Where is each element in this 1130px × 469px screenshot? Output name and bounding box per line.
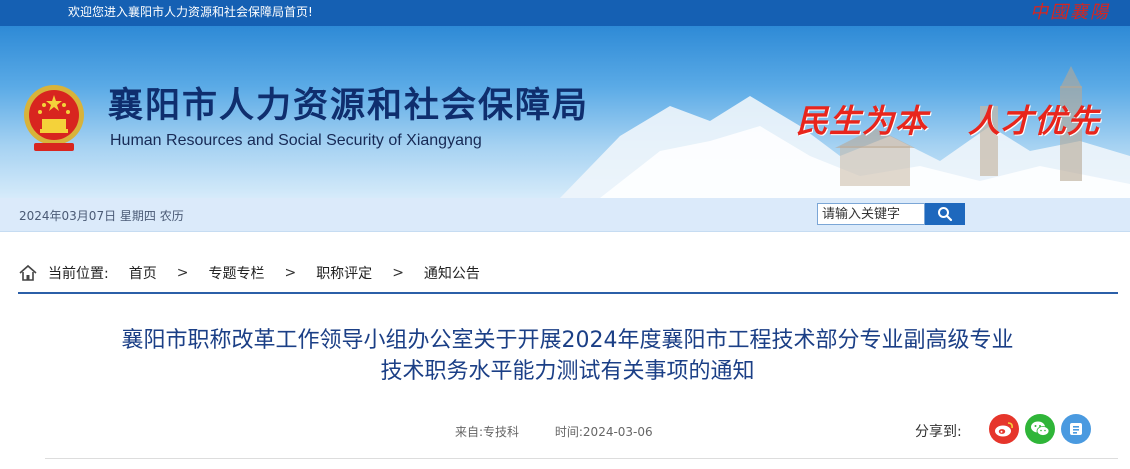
breadcrumb-home[interactable]: 首页 — [129, 263, 157, 283]
site-title-en: Human Resources and Social Security of X… — [110, 132, 482, 149]
article-title: 襄阳市职称改革工作领导小组办公室关于开展2024年度襄阳市工程技术部分专业副高级… — [20, 325, 1115, 387]
article-title-line2: 技术职务水平能力测试有关事项的通知 — [380, 359, 755, 384]
share-label: 分享到: — [915, 424, 962, 440]
breadcrumb-divider — [18, 292, 1118, 294]
top-bar: 欢迎您进入襄阳市人力资源和社会保障局首页! 中國襄陽 — [0, 0, 1130, 26]
article-title-line1: 襄阳市职称改革工作领导小组办公室关于开展2024年度襄阳市工程技术部分专业副高级… — [121, 328, 1014, 353]
search-button[interactable] — [925, 203, 965, 225]
breadcrumb-notices[interactable]: 通知公告 — [424, 263, 480, 283]
share-other-icon — [1070, 423, 1082, 435]
china-xiangyang-seal: 中國襄陽 — [1030, 2, 1110, 23]
header-banner: 襄阳市人力资源和社会保障局 Human Resources and Social… — [0, 26, 1130, 198]
current-date: 2024年03月07日 星期四 农历 — [19, 209, 184, 223]
national-emblem-icon — [24, 85, 84, 151]
breadcrumb-label: 当前位置: — [48, 266, 109, 282]
share-wechat-button[interactable] — [1025, 414, 1055, 444]
meta-divider — [45, 458, 1118, 459]
breadcrumb: 当前位置: 首页 > 专题专栏 > 职称评定 > 通知公告 — [18, 262, 480, 284]
slogan-talent: 人才优先 — [968, 102, 1101, 140]
search-icon — [938, 207, 953, 222]
breadcrumb-separator: > — [176, 265, 189, 281]
slogan-livelihood: 民生为本 — [796, 102, 929, 140]
article-time: 时间:2024-03-06 — [554, 425, 653, 439]
article-meta: 来自:专技科 时间:2024-03-06 — [455, 423, 685, 440]
breadcrumb-title-evaluation[interactable]: 职称评定 — [316, 263, 372, 283]
search-input[interactable] — [817, 203, 925, 225]
share-weibo-button[interactable] — [989, 414, 1019, 444]
share-other-button[interactable] — [1061, 414, 1091, 444]
search-box — [817, 203, 965, 225]
breadcrumb-separator: > — [284, 265, 297, 281]
site-title-cn: 襄阳市人力资源和社会保障局 — [108, 86, 590, 126]
breadcrumb-separator: > — [392, 265, 404, 281]
article-source: 来自:专技科 — [455, 425, 520, 439]
wechat-icon — [1031, 421, 1050, 436]
welcome-text: 欢迎您进入襄阳市人力资源和社会保障局首页! — [68, 5, 313, 19]
breadcrumb-special-topics[interactable]: 专题专栏 — [208, 263, 264, 283]
home-icon — [19, 264, 37, 281]
weibo-icon — [995, 422, 1013, 437]
